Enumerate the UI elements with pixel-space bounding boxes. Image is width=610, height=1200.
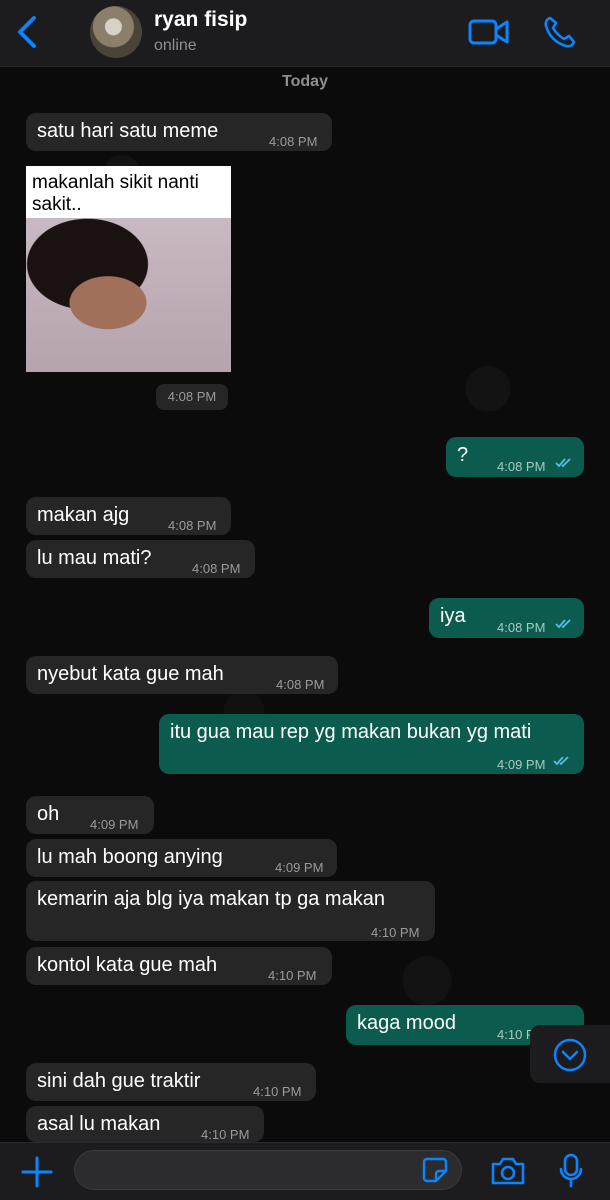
message-bubble-incoming[interactable]: lu mah boong anying 4:09 PM [26,839,337,877]
video-call-icon[interactable] [468,16,510,48]
message-time: 4:09 PM [497,757,546,772]
message-time: 4:08 PM [192,561,241,576]
message-bubble-incoming[interactable]: kontol kata gue mah 4:10 PM [26,947,332,985]
message-text: kaga mood [357,1012,456,1034]
contact-avatar[interactable] [90,6,142,58]
message-bubble-incoming[interactable]: nyebut kata gue mah 4:08 PM [26,656,338,694]
back-chevron-icon[interactable] [14,14,44,50]
message-bubble-incoming[interactable]: oh 4:09 PM [26,796,154,834]
read-receipt-icon [555,619,571,629]
message-input[interactable] [74,1150,462,1190]
message-bubble-outgoing[interactable]: ? 4:08 PM [446,437,584,477]
message-bubble-incoming[interactable]: asal lu makan 4:10 PM [26,1106,264,1142]
message-text: ? [457,444,469,466]
microphone-icon[interactable] [558,1153,584,1189]
message-text: sini dah gue traktir [37,1070,201,1092]
message-bubble-incoming[interactable]: sini dah gue traktir 4:10 PM [26,1063,316,1101]
message-text: kontol kata gue mah [37,954,218,976]
contact-name[interactable]: ryan fisip [154,8,247,32]
message-time: 4:10 PM [253,1084,302,1099]
message-text: kemarin aja blg iya makan tp ga makan [37,888,385,910]
phone-call-icon[interactable] [542,14,578,50]
message-time: 4:08 PM [269,134,318,149]
message-time: 4:09 PM [275,860,324,875]
meme-image[interactable]: makanlah sikit nanti sakit.. [26,166,231,372]
message-text: asal lu makan [37,1113,161,1135]
message-bubble-outgoing[interactable]: itu gua mau rep yg makan bukan yg mati 4… [159,714,584,774]
camera-icon[interactable] [490,1155,526,1187]
message-time: 4:08 PM [497,620,546,635]
read-receipt-icon [553,756,569,766]
message-time: 4:08 PM [497,459,546,474]
read-receipt-icon [555,458,571,468]
message-time: 4:08 PM [168,518,217,533]
message-text: makan ajg [37,504,130,526]
message-time: 4:10 PM [371,925,420,940]
message-time: 4:10 PM [268,968,317,983]
message-text: oh [37,803,60,825]
message-text: iya [440,605,466,627]
plus-icon[interactable] [20,1155,54,1189]
message-text: lu mah boong anying [37,846,223,868]
message-bubble-incoming[interactable]: makan ajg 4:08 PM [26,497,231,535]
message-bubble-incoming[interactable]: satu hari satu meme 4:08 PM [26,113,332,151]
chevron-down-circle-icon [553,1038,587,1072]
chat-header: ryan fisip online [0,0,610,67]
message-text: lu mau mati? [37,547,152,569]
message-bubble-outgoing[interactable]: iya 4:08 PM [429,598,584,638]
message-text: nyebut kata gue mah [37,663,224,685]
message-time: 4:09 PM [90,817,139,832]
meme-photo [26,218,231,372]
meme-caption: makanlah sikit nanti sakit.. [32,172,199,215]
message-bubble-incoming[interactable]: lu mau mati? 4:08 PM [26,540,255,578]
sticker-icon[interactable] [422,1157,448,1183]
message-text: satu hari satu meme [37,120,219,142]
message-text: itu gua mau rep yg makan bukan yg mati [170,721,532,743]
date-separator: Today [282,73,328,90]
message-time: 4:08 PM [276,677,325,692]
contact-status: online [154,37,197,54]
image-time: 4:08 PM [156,384,228,410]
message-bubble-incoming[interactable]: kemarin aja blg iya makan tp ga makan 4:… [26,881,435,941]
scroll-to-bottom-button[interactable] [530,1025,610,1083]
compose-bar [0,1142,610,1200]
